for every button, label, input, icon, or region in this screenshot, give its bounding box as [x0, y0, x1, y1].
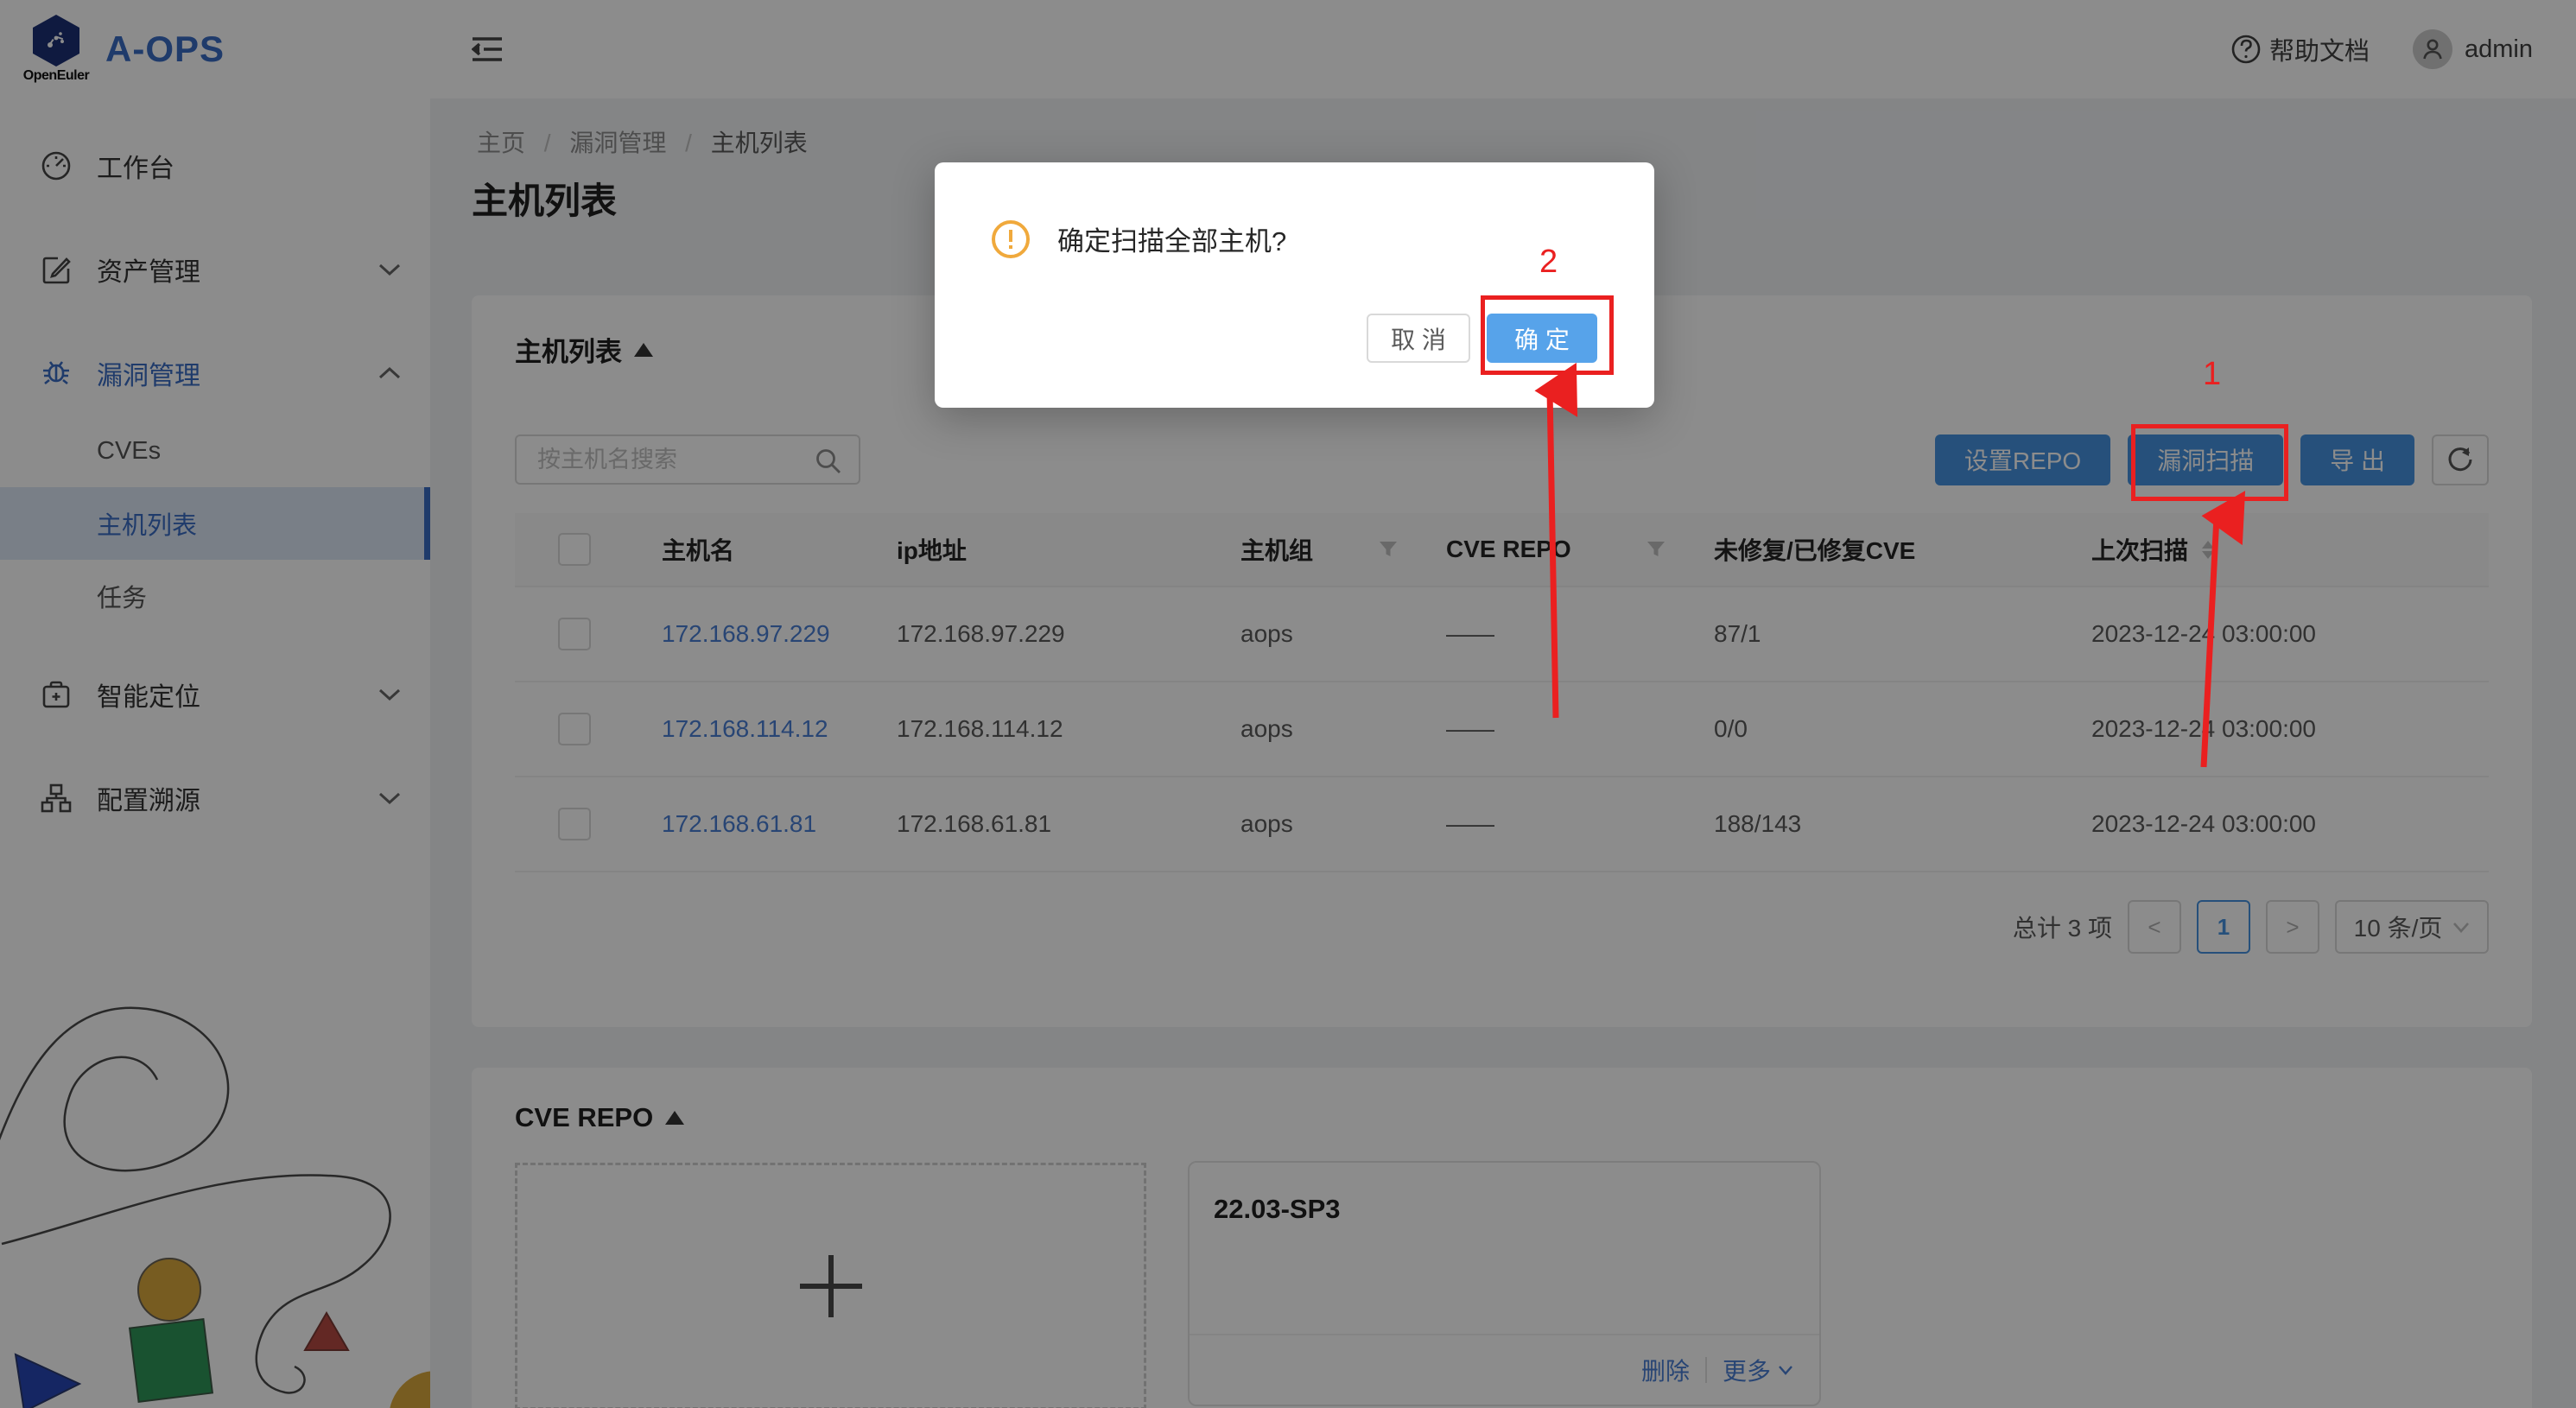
modal-message: 确定扫描全部主机?	[1057, 219, 1286, 258]
warning-icon	[992, 220, 1030, 258]
annotation-number-1: 1	[2203, 356, 2221, 393]
modal-cancel-button[interactable]: 取 消	[1367, 314, 1470, 363]
app-root: OpenEuler A-OPS 帮助文档 a	[0, 0, 2576, 1408]
annotation-number-2: 2	[1539, 244, 1558, 281]
annotation-box-step2	[1481, 295, 1614, 375]
annotation-box-step1	[2131, 424, 2288, 501]
